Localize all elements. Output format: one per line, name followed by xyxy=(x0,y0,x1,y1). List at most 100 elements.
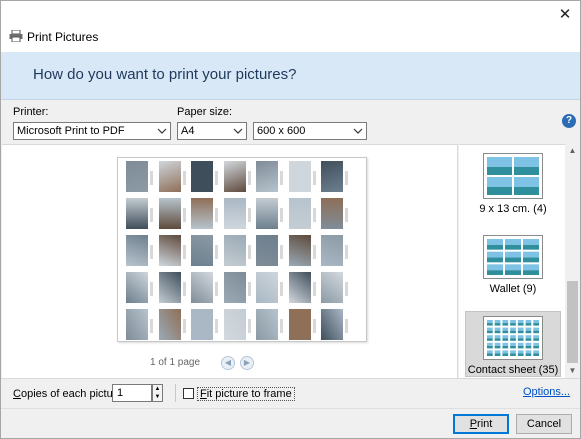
land-cell xyxy=(487,186,512,195)
dialog-footer: Print Cancel xyxy=(1,408,580,438)
land-cell xyxy=(523,257,539,263)
land-cell xyxy=(487,257,503,263)
land-cell xyxy=(487,345,493,349)
spin-down-icon[interactable]: ▼ xyxy=(153,393,162,401)
layout-caption: Wallet (9) xyxy=(489,283,537,295)
photo-thumbnail xyxy=(256,309,278,340)
sky-cell xyxy=(494,342,501,346)
sky-cell xyxy=(514,157,539,167)
print-button[interactable]: Print xyxy=(453,414,509,434)
fit-label-accel: F xyxy=(200,388,207,400)
cancel-button[interactable]: Cancel xyxy=(516,414,572,434)
photo-thumbnail xyxy=(288,309,311,340)
paper-size-label: Paper size: xyxy=(177,106,233,118)
scroll-up-icon[interactable]: ▲ xyxy=(565,144,580,158)
sky-cell xyxy=(533,320,539,324)
land-cell xyxy=(502,353,509,356)
photo-caption xyxy=(182,319,186,333)
photo-thumbnail xyxy=(223,272,246,303)
close-button[interactable]: ✕ xyxy=(554,4,576,24)
layout-thumbnail xyxy=(483,235,543,279)
copies-label: Copies of each picture: xyxy=(13,388,126,400)
photo-caption xyxy=(312,245,316,259)
photo-caption xyxy=(312,208,316,222)
previous-page-button[interactable]: ◀ xyxy=(221,356,235,370)
photo-thumbnail xyxy=(126,198,148,229)
photo-thumbnail xyxy=(126,235,148,266)
next-page-button[interactable]: ▶ xyxy=(240,356,254,370)
photo-thumbnail xyxy=(191,161,213,192)
land-cell xyxy=(517,353,524,356)
print-pictures-window: Print Pictures ✕ How do you want to prin… xyxy=(0,0,581,439)
photo-caption xyxy=(345,282,348,296)
options-link[interactable]: Options... xyxy=(523,386,570,398)
spin-up-icon[interactable]: ▲ xyxy=(153,385,162,393)
photo-caption xyxy=(247,171,251,185)
photo-caption xyxy=(247,208,251,222)
layout-list: 9 x 13 cm. (4) Wallet (9) Contact sheet … xyxy=(459,144,580,378)
photo-thumbnail xyxy=(321,309,343,340)
land-cell xyxy=(487,166,512,175)
sky-cell xyxy=(517,342,524,346)
land-cell xyxy=(494,353,501,356)
photo-caption xyxy=(182,282,186,296)
landscape-grid-icon xyxy=(487,239,539,275)
sky-cell xyxy=(533,327,539,331)
sky-cell xyxy=(510,335,516,339)
photo-thumbnail xyxy=(126,272,148,303)
sky-cell xyxy=(487,177,512,187)
photo-caption xyxy=(280,245,283,259)
sky-cell xyxy=(517,350,524,354)
copies-label-accel: C xyxy=(13,388,21,400)
sky-cell xyxy=(487,320,493,324)
sky-cell xyxy=(505,239,521,245)
land-cell xyxy=(510,330,516,334)
copies-input[interactable]: 1 xyxy=(112,384,152,402)
photo-caption xyxy=(312,282,316,296)
layout-option-contact-sheet[interactable]: Contact sheet (35) xyxy=(465,311,561,377)
quality-select[interactable]: 600 x 600 xyxy=(253,122,367,140)
land-cell xyxy=(502,345,509,349)
land-cell xyxy=(525,330,532,334)
sky-cell xyxy=(502,335,509,339)
land-cell xyxy=(502,323,509,326)
photo-caption xyxy=(280,171,283,185)
scrollbar-thumb[interactable] xyxy=(567,281,578,363)
layout-caption: Contact sheet (35) xyxy=(467,364,559,376)
sky-cell xyxy=(533,350,539,354)
arrow-left-icon: ◀ xyxy=(224,358,232,367)
printer-select[interactable]: Microsoft Print to PDF xyxy=(13,122,171,140)
sky-cell xyxy=(487,251,503,258)
photo-caption xyxy=(182,208,186,222)
layout-option-9x13[interactable]: 9 x 13 cm. (4) xyxy=(465,149,561,219)
sky-cell xyxy=(533,335,539,339)
close-icon: ✕ xyxy=(558,6,572,23)
layout-scrollbar[interactable]: ▲ ▼ xyxy=(565,144,580,378)
land-cell xyxy=(533,330,539,334)
paper-size-select[interactable]: A4 xyxy=(177,122,247,140)
photo-caption xyxy=(150,171,153,185)
photo-caption xyxy=(215,245,218,259)
fit-to-frame-label[interactable]: Fit picture to frame xyxy=(197,387,295,401)
photo-thumbnail xyxy=(126,309,148,340)
photo-thumbnail xyxy=(288,272,311,303)
help-icon[interactable]: ? xyxy=(562,114,576,128)
scroll-down-icon[interactable]: ▼ xyxy=(565,364,580,378)
photo-thumbnail xyxy=(158,309,181,340)
sky-cell xyxy=(510,350,516,354)
land-cell xyxy=(533,353,539,356)
photo-thumbnail xyxy=(223,309,246,340)
photo-caption xyxy=(345,245,348,259)
land-cell xyxy=(487,323,493,326)
sky-cell xyxy=(494,320,501,324)
fit-to-frame-checkbox[interactable] xyxy=(183,388,194,399)
copies-stepper[interactable]: ▲ ▼ xyxy=(152,384,163,402)
sky-cell xyxy=(517,335,524,339)
chevron-down-icon xyxy=(353,128,363,134)
photo-caption xyxy=(150,319,153,333)
photo-thumbnail xyxy=(191,272,213,303)
sky-cell xyxy=(533,342,539,346)
photo-thumbnail xyxy=(158,198,181,229)
layout-option-wallet[interactable]: Wallet (9) xyxy=(465,231,561,297)
paper-size-value: A4 xyxy=(181,125,195,137)
